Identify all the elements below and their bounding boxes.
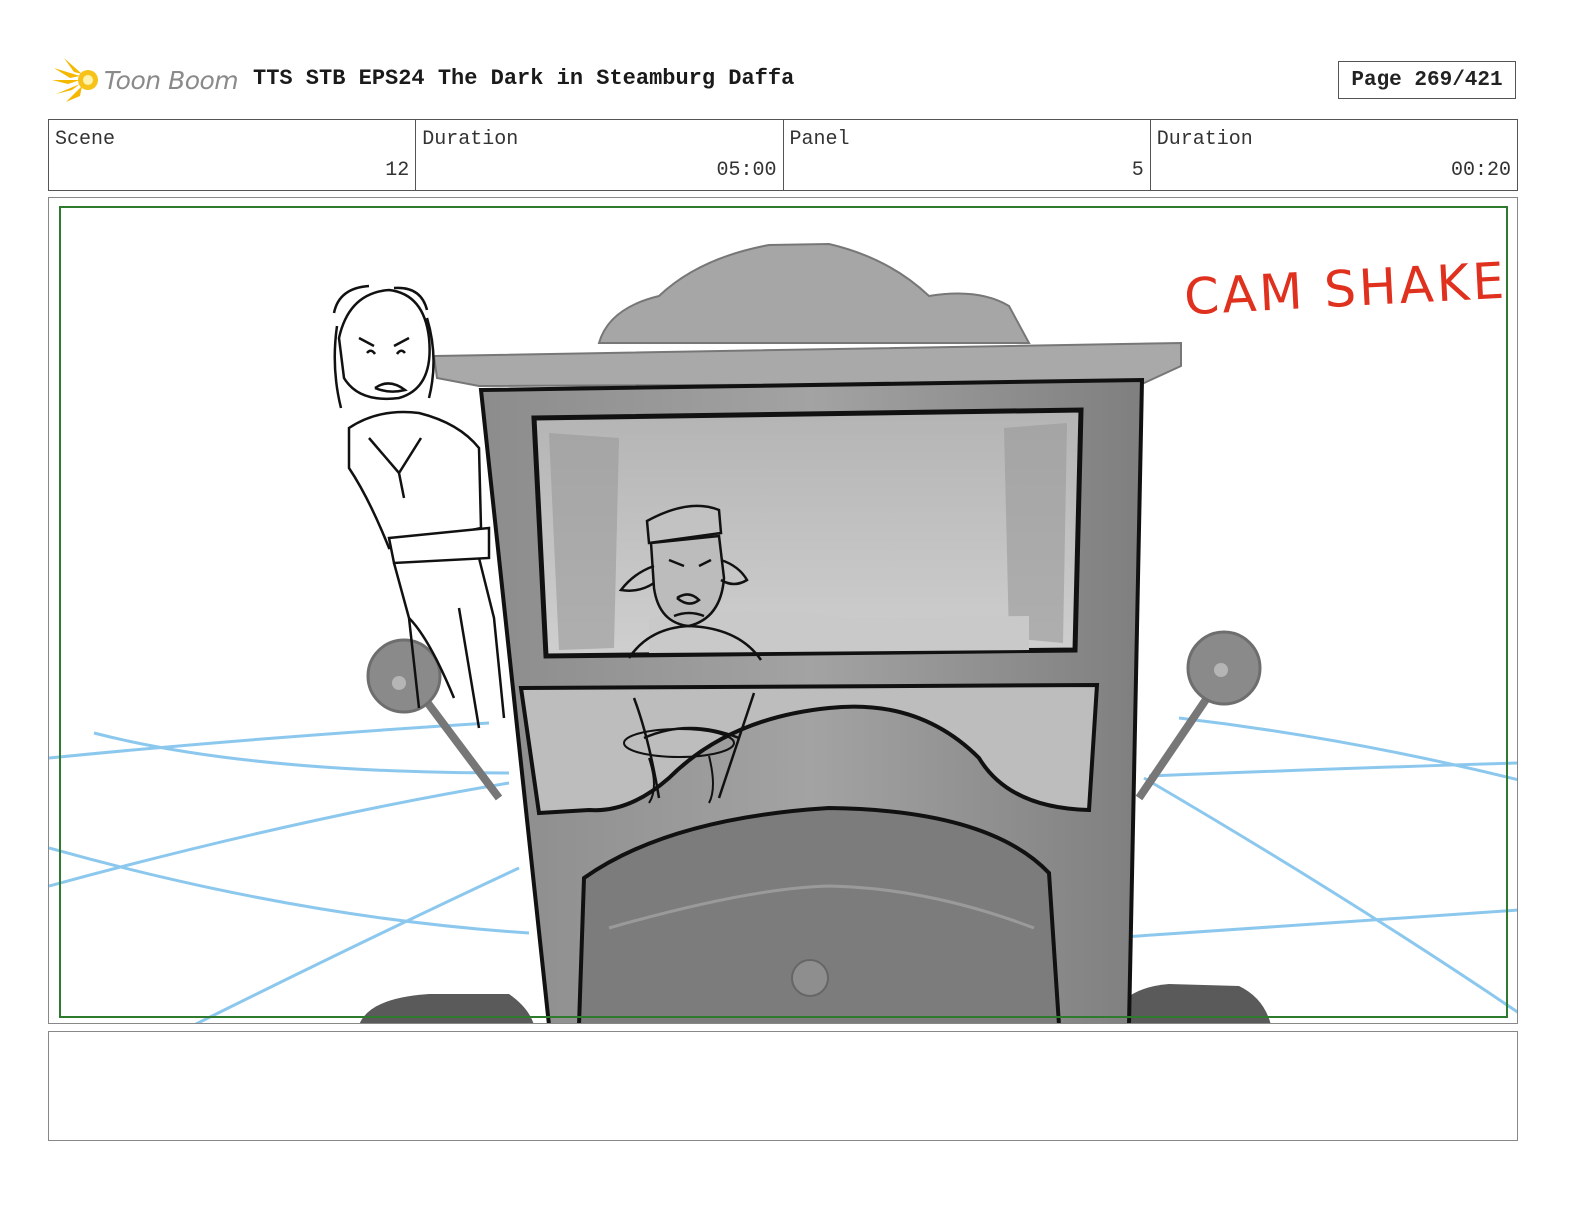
- scene-duration-label: Duration: [422, 128, 519, 151]
- panel-artwork: [49, 242, 1517, 1023]
- panel-label: Panel: [789, 128, 850, 151]
- logo-text: Toon Boom: [104, 65, 239, 95]
- scene-duration-cell: Duration 05:00: [416, 120, 784, 190]
- scene-info-table: Scene 12 Duration 05:00 Panel 5 Duration…: [48, 119, 1518, 191]
- scene-cell: Scene 12: [49, 120, 417, 190]
- vehicle-body: [432, 242, 1182, 1023]
- starburst-icon: [52, 58, 98, 102]
- panel-notes-box[interactable]: [48, 1031, 1518, 1141]
- scene-value: 12: [385, 159, 410, 182]
- document-title: TTS STB EPS24 The Dark in Steamburg Daff…: [253, 66, 795, 91]
- storyboard-panel: CAM SHAKE: [48, 197, 1518, 1024]
- toon-boom-logo: Toon Boom: [50, 54, 240, 106]
- page-number: Page 269/421: [1338, 61, 1516, 99]
- scene-duration-value: 05:00: [716, 159, 777, 182]
- panel-duration-label: Duration: [1156, 128, 1253, 151]
- panel-value: 5: [1131, 159, 1144, 182]
- scene-label: Scene: [55, 128, 116, 151]
- panel-duration-cell: Duration 00:20: [1151, 120, 1517, 190]
- panel-duration-value: 00:20: [1450, 159, 1511, 182]
- panel-cell: Panel 5: [784, 120, 1151, 190]
